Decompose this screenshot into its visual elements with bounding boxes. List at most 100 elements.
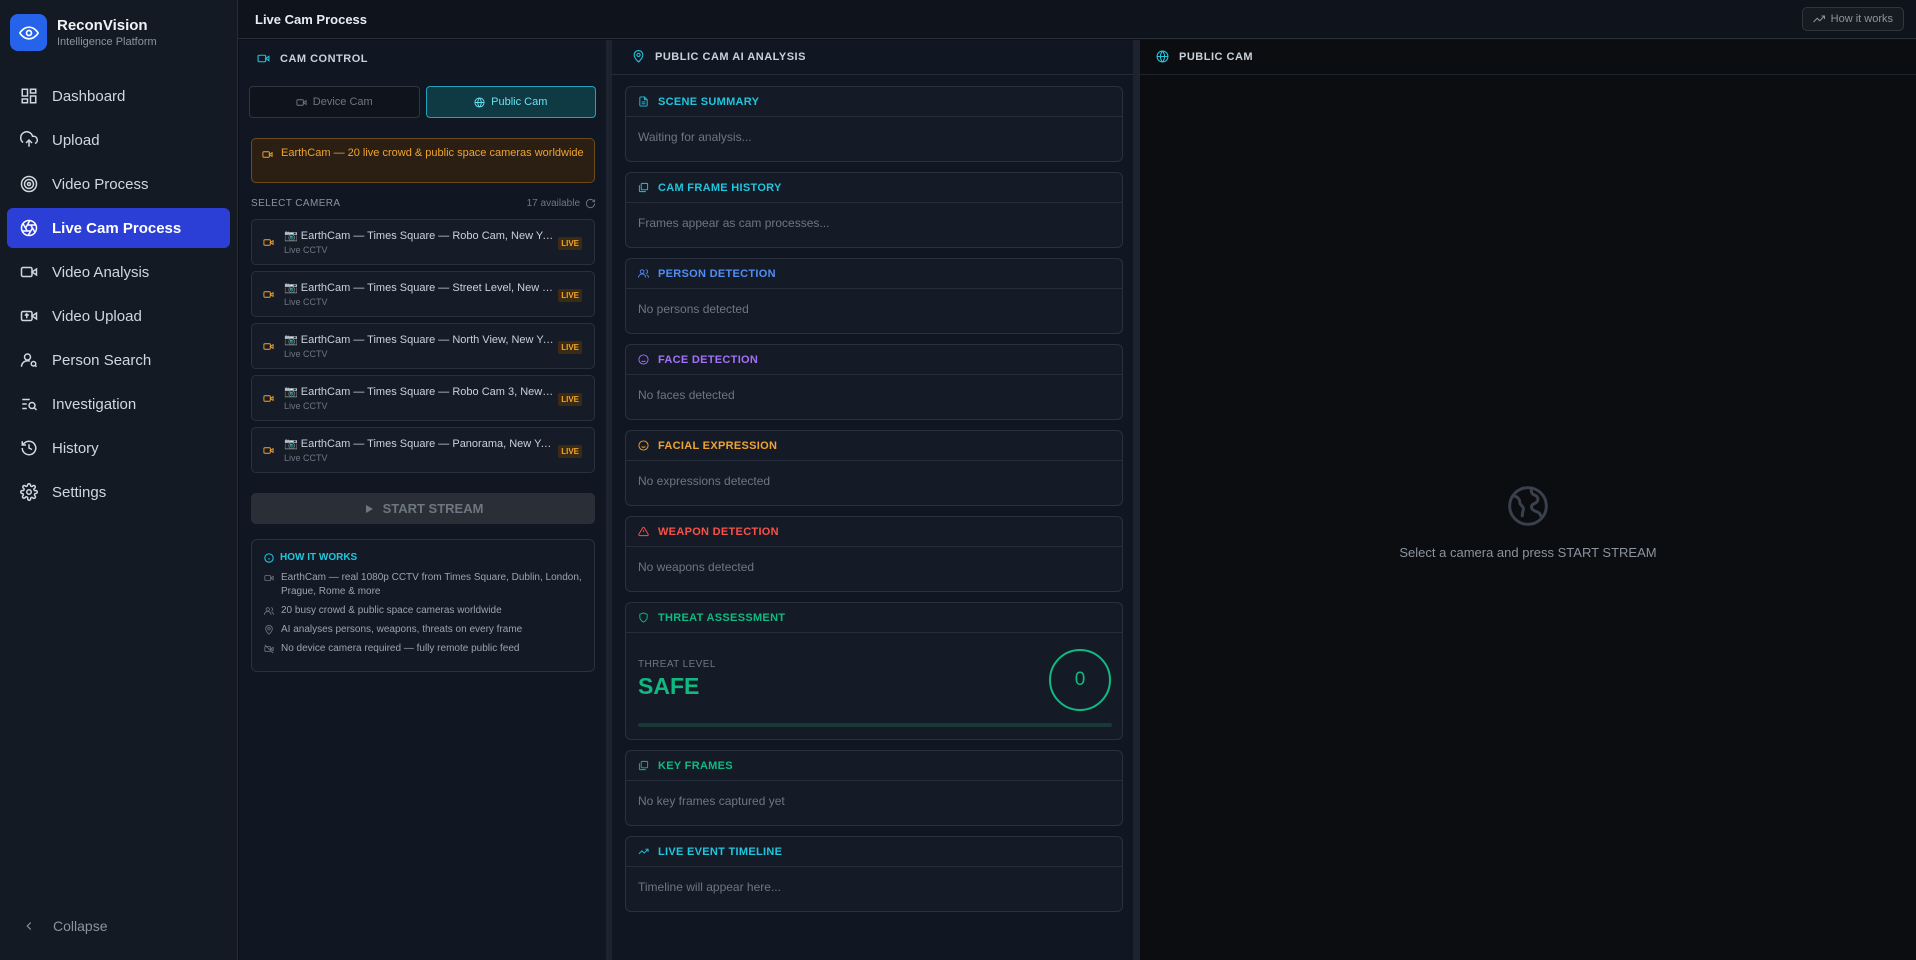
card-body: No faces detected	[638, 388, 735, 402]
sidebar-item-video-upload[interactable]: Video Upload	[7, 296, 230, 336]
person-detection-card: PERSON DETECTION No persons detected	[625, 258, 1123, 334]
sidebar-item-video-analysis[interactable]: Video Analysis	[7, 252, 230, 292]
activity-icon	[638, 848, 649, 855]
collapse-button[interactable]: Collapse	[22, 918, 107, 934]
sidebar-item-label: Video Analysis	[52, 263, 150, 281]
face-icon	[638, 354, 649, 365]
sidebar-item-upload[interactable]: Upload	[7, 120, 230, 160]
cam-control-header: CAM CONTROL	[257, 52, 368, 65]
gallery-icon	[638, 760, 649, 771]
divider	[612, 74, 1133, 75]
threat-progress-bar	[638, 723, 1112, 727]
topbar: Live Cam Process How it works	[238, 0, 1916, 39]
video-camera-icon	[263, 447, 274, 454]
card-title: FACIAL EXPRESSION	[658, 439, 778, 452]
aperture-icon	[20, 219, 38, 237]
sidebar-item-label: Dashboard	[52, 87, 126, 105]
ai-analysis-title: PUBLIC CAM AI ANALYSIS	[655, 50, 806, 63]
sidebar-item-label: Upload	[52, 131, 100, 149]
key-frames-card: KEY FRAMES No key frames captured yet	[625, 750, 1123, 826]
brand[interactable]: ReconVision Intelligence Platform	[10, 14, 157, 51]
card-title: FACE DETECTION	[658, 353, 759, 366]
eye-logo-icon	[10, 14, 47, 51]
camera-list-item[interactable]: 📷 EarthCam — Times Square — Panorama, Ne…	[251, 427, 595, 473]
sidebar-item-dashboard[interactable]: Dashboard	[7, 76, 230, 116]
face-detection-card: FACE DETECTION No faces detected	[625, 344, 1123, 420]
video-camera-icon	[262, 151, 273, 158]
sidebar-item-video-process[interactable]: Video Process	[7, 164, 230, 204]
card-header: FACE DETECTION	[626, 345, 1122, 375]
card-title: THREAT ASSESSMENT	[658, 611, 786, 624]
camera-name: 📷 EarthCam — Times Square — Panorama, Ne…	[284, 438, 554, 450]
empty-state-message: Select a camera and press START STREAM	[1399, 545, 1657, 560]
live-badge: LIVE	[558, 289, 582, 302]
live-badge: LIVE	[558, 341, 582, 354]
camera-name: 📷 EarthCam — Times Square — Robo Cam 3, …	[284, 386, 554, 398]
sidebar-item-label: Video Process	[52, 175, 149, 193]
sidebar-item-live-cam-process[interactable]: Live Cam Process	[7, 208, 230, 248]
users-icon	[264, 607, 274, 615]
camera-list-item[interactable]: 📷 EarthCam — Times Square — Robo Cam, Ne…	[251, 219, 595, 265]
threat-score-circle: 0	[1049, 649, 1111, 711]
sidebar-item-person-search[interactable]: Person Search	[7, 340, 230, 380]
camera-mode-tabs: Device Cam Public Cam	[249, 86, 596, 118]
start-stream-button[interactable]: START STREAM	[251, 493, 595, 524]
select-camera-label: SELECT CAMERA	[251, 198, 341, 209]
public-cam-title: PUBLIC CAM	[1179, 50, 1254, 63]
cloud-upload-icon	[20, 131, 38, 147]
globe-icon	[1508, 486, 1548, 526]
available-text: 17 available	[526, 198, 580, 209]
history-icon	[21, 440, 37, 456]
list-item-text: No device camera required — fully remote…	[281, 643, 520, 654]
globe-icon	[1156, 50, 1169, 63]
dashboard-icon	[21, 88, 37, 104]
camera-list-item[interactable]: 📷 EarthCam — Times Square — North View, …	[251, 323, 595, 369]
camera-list-item[interactable]: 📷 EarthCam — Times Square — Street Level…	[251, 271, 595, 317]
how-it-works-card: HOW IT WORKS EarthCam — real 1080p CCTV …	[251, 539, 595, 672]
video-camera-icon	[257, 54, 270, 63]
tab-public-cam[interactable]: Public Cam	[425, 86, 596, 118]
card-title: KEY FRAMES	[658, 759, 733, 772]
how-it-works-header: HOW IT WORKS	[264, 552, 357, 563]
users-icon	[638, 269, 649, 278]
video-camera-icon	[264, 575, 274, 581]
person-search-icon	[20, 353, 38, 368]
card-body: No expressions detected	[638, 474, 771, 488]
video-camera-icon	[263, 343, 274, 350]
card-body: No persons detected	[638, 302, 749, 316]
card-title: PERSON DETECTION	[658, 267, 776, 280]
globe-icon	[474, 96, 485, 108]
sidebar-item-settings[interactable]: Settings	[7, 472, 230, 512]
list-item: No device camera required — fully remote…	[264, 642, 584, 656]
card-header: CAM FRAME HISTORY	[626, 173, 1122, 203]
divider	[1140, 74, 1916, 75]
camera-list-item[interactable]: 📷 EarthCam — Times Square — Robo Cam 3, …	[251, 375, 595, 421]
sidebar-item-investigation[interactable]: Investigation	[7, 384, 230, 424]
list-item-text: AI analyses persons, weapons, threats on…	[281, 624, 523, 635]
facial-expression-card: FACIAL EXPRESSION No expressions detecte…	[625, 430, 1123, 506]
sidebar-item-label: Live Cam Process	[52, 219, 182, 237]
start-stream-label: START STREAM	[382, 501, 484, 516]
how-it-works-button[interactable]: How it works	[1801, 7, 1904, 31]
gear-icon	[20, 483, 38, 501]
collapse-label: Collapse	[53, 918, 108, 934]
camera-type: Live CCTV	[284, 453, 328, 463]
gallery-icon	[638, 182, 649, 193]
card-header: LIVE EVENT TIMELINE	[626, 837, 1122, 867]
ai-analysis-panel: PUBLIC CAM AI ANALYSIS SCENE SUMMARY Wai…	[612, 40, 1133, 960]
sidebar-item-history[interactable]: History	[7, 428, 230, 468]
threat-assessment-card: THREAT ASSESSMENT THREAT LEVEL SAFE 0	[625, 602, 1123, 740]
camera-name: 📷 EarthCam — Times Square — North View, …	[284, 334, 554, 346]
card-title: WEAPON DETECTION	[658, 525, 779, 538]
camera-list: 📷 EarthCam — Times Square — Robo Cam, Ne…	[251, 219, 595, 479]
weapon-detection-card: WEAPON DETECTION No weapons detected	[625, 516, 1123, 592]
scene-summary-card: SCENE SUMMARY Waiting for analysis...	[625, 86, 1123, 162]
panel-resize-handle[interactable]	[1133, 40, 1140, 960]
sidebar-item-label: History	[52, 439, 99, 457]
app-root: ReconVision Intelligence Platform Dashbo…	[0, 0, 1916, 960]
camera-type: Live CCTV	[284, 401, 328, 411]
camera-type: Live CCTV	[284, 297, 328, 307]
cam-control-title: CAM CONTROL	[280, 52, 368, 65]
refresh-icon[interactable]	[585, 198, 596, 209]
tab-device-cam[interactable]: Device Cam	[249, 86, 420, 118]
